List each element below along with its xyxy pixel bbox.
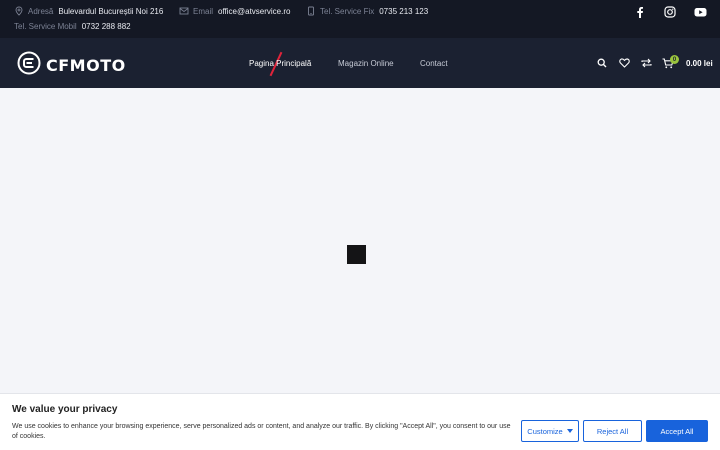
phone-mobile-info: Tel. Service Mobil 0732 288 882 (14, 22, 131, 31)
page-loader (347, 245, 366, 264)
cookie-title: We value your privacy (12, 404, 118, 415)
main-header: CFMOTO Pagina Principală Magazin Online … (0, 38, 720, 88)
wishlist-heart-icon[interactable] (618, 57, 630, 69)
top-info-bar: Adresă Bulevardul Bucureștii Noi 216 Ema… (0, 0, 720, 38)
phone-mobile-link[interactable]: 0732 288 882 (82, 22, 131, 31)
caret-down-icon (566, 429, 573, 433)
accept-all-button[interactable]: Accept All (646, 420, 708, 442)
customize-button[interactable]: Customize (521, 420, 579, 442)
reject-all-button[interactable]: Reject All (583, 420, 642, 442)
address-label: Adresă (28, 6, 54, 16)
cfmoto-emblem-icon (17, 51, 41, 80)
nav-home[interactable]: Pagina Principală (249, 59, 311, 68)
cookie-description: We use cookies to enhance your browsing … (12, 423, 511, 440)
logo-text: CFMOTO (46, 56, 126, 75)
address-info: Adresă Bulevardul Bucureștii Noi 216 (14, 6, 163, 16)
nav-contact[interactable]: Contact (420, 59, 448, 68)
compare-arrows-icon[interactable] (640, 57, 652, 69)
cart-total[interactable]: 0.00 lei (686, 59, 713, 68)
cart-count-badge: 0 (670, 55, 679, 64)
cookie-consent-banner: We value your privacy We use cookies to … (0, 393, 720, 450)
customize-button-label: Customize (527, 426, 563, 436)
instagram-icon[interactable] (663, 5, 677, 19)
nav-shop[interactable]: Magazin Online (338, 59, 394, 68)
email-link[interactable]: office@atvservice.ro (218, 7, 290, 16)
phone-fix-link[interactable]: 0735 213 123 (379, 7, 428, 16)
email-label: Email (193, 6, 214, 16)
youtube-icon[interactable] (693, 5, 707, 19)
map-pin-icon (14, 6, 24, 16)
logo[interactable]: CFMOTO (17, 51, 126, 80)
search-icon[interactable] (596, 57, 608, 69)
facebook-icon[interactable] (633, 5, 647, 19)
phone-icon (306, 6, 316, 16)
address-value: Bulevardul Bucureștii Noi 216 (58, 6, 164, 16)
phone-fix-label: Tel. Service Fix (320, 6, 375, 16)
mail-icon (179, 6, 189, 16)
phone-fix-info: Tel. Service Fix 0735 213 123 (306, 6, 428, 16)
phone-mobile-label: Tel. Service Mobil (14, 22, 77, 31)
email-info: Email office@atvservice.ro (179, 6, 290, 16)
